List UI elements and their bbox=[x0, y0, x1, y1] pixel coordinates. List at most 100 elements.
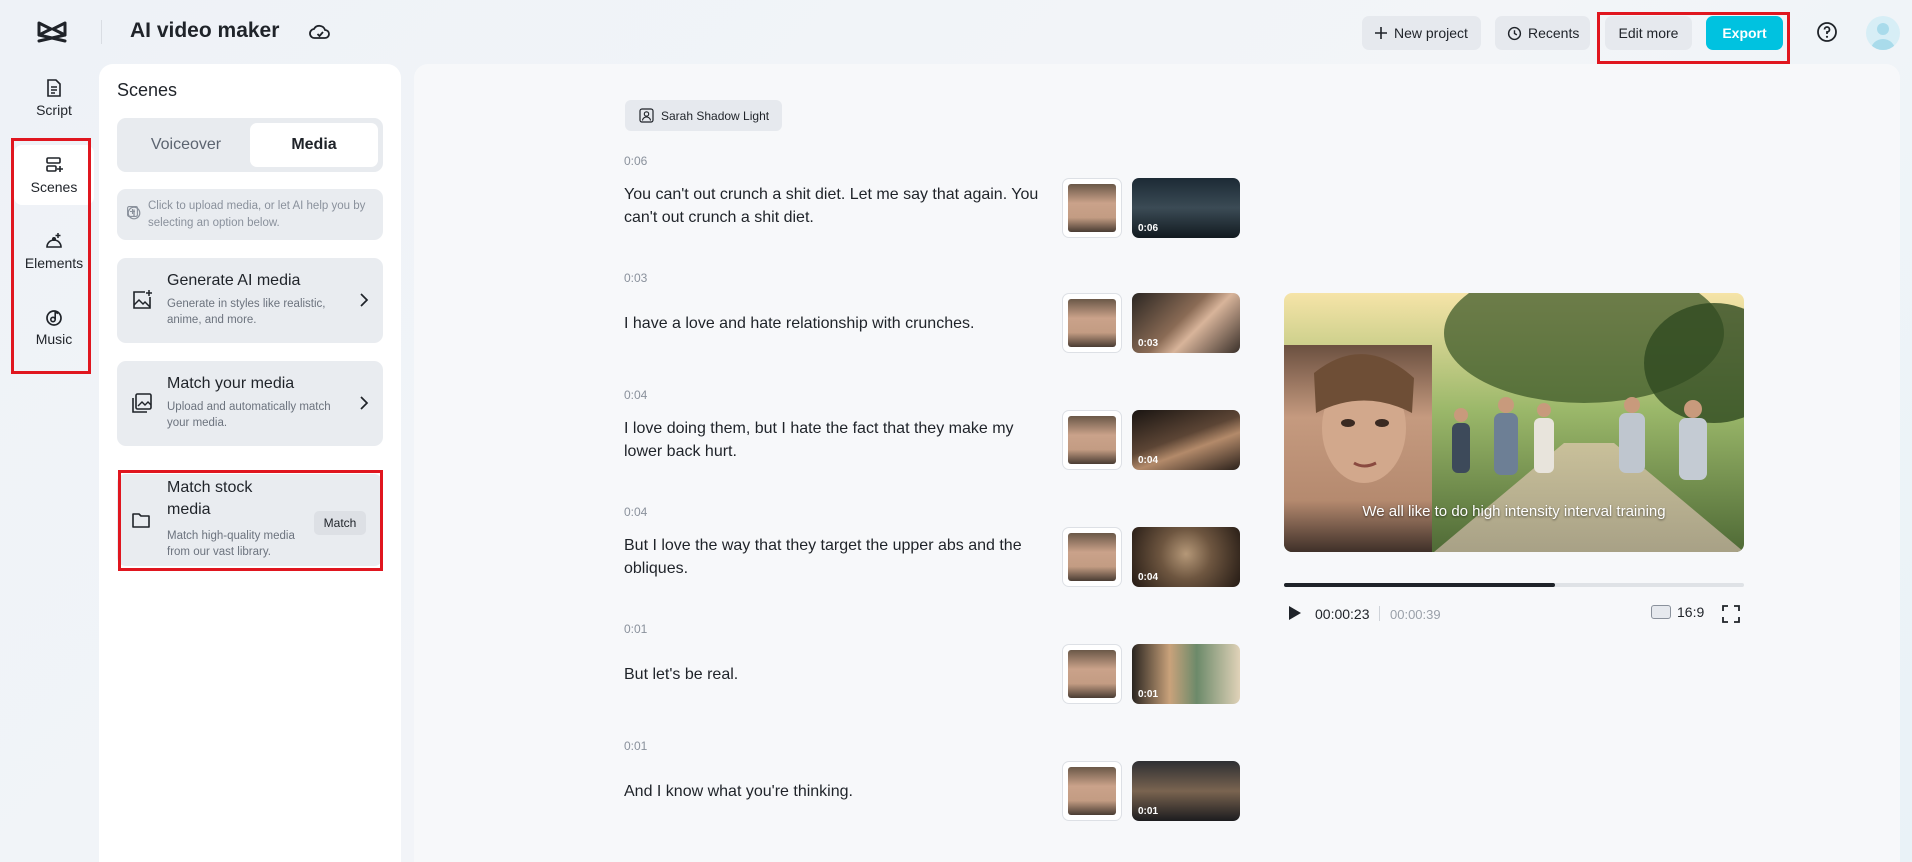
voice-name: Sarah Shadow Light bbox=[661, 108, 770, 123]
clip-duration: 0:03 bbox=[1138, 338, 1159, 349]
avatar-image bbox=[1068, 533, 1116, 581]
fullscreen-icon[interactable] bbox=[1721, 604, 1741, 624]
card-description: Match high-quality media from our vast l… bbox=[167, 530, 295, 558]
current-time: 00:00:23 bbox=[1315, 606, 1370, 622]
rail-item-music[interactable]: Music bbox=[14, 307, 94, 353]
match-button[interactable]: Match bbox=[314, 511, 366, 535]
play-icon[interactable] bbox=[1284, 603, 1304, 623]
avatar-image bbox=[1068, 416, 1116, 464]
script-icon bbox=[47, 79, 61, 97]
card-description: Generate in styles like realistic, anime… bbox=[167, 298, 326, 326]
user-avatar[interactable] bbox=[1866, 16, 1900, 50]
video-preview[interactable]: We all like to do high intensity interva… bbox=[1284, 293, 1744, 552]
app-title: AI video maker bbox=[130, 19, 280, 42]
upload-icon[interactable] bbox=[127, 206, 138, 217]
avatar-image bbox=[1068, 767, 1116, 815]
avatar-image bbox=[1068, 299, 1116, 347]
hint-text-post: to upload media, or let AI help you by s… bbox=[148, 200, 366, 229]
avatar-image bbox=[1068, 650, 1116, 698]
scene-text[interactable]: But I love the way that they target the … bbox=[624, 534, 1054, 580]
avatar-image bbox=[1068, 184, 1116, 232]
media-thumbnail[interactable]: 0:04 bbox=[1132, 410, 1240, 470]
avatar-thumbnail[interactable] bbox=[1062, 527, 1122, 587]
media-thumbnail[interactable]: 0:04 bbox=[1132, 527, 1240, 587]
help-icon[interactable] bbox=[1815, 20, 1839, 44]
rail-label-scenes: Scenes bbox=[30, 179, 78, 195]
capcut-logo-icon[interactable] bbox=[36, 18, 68, 46]
avatar-thumbnail[interactable] bbox=[1062, 644, 1122, 704]
rail-label-script: Script bbox=[36, 102, 72, 118]
playback-progress-bar[interactable] bbox=[1284, 583, 1744, 587]
clip-duration: 0:04 bbox=[1138, 572, 1159, 583]
rail-item-elements[interactable]: Elements bbox=[14, 231, 94, 277]
header-divider bbox=[101, 20, 102, 44]
card-description: Upload and automatically match your medi… bbox=[167, 401, 331, 429]
scene-row[interactable]: 0:01 But let's be real. 0:01 bbox=[624, 622, 1244, 722]
scene-row[interactable]: 0:01 And I know what you're thinking. 0:… bbox=[624, 739, 1244, 839]
recents-button[interactable]: Recents bbox=[1495, 16, 1590, 50]
tab-media[interactable]: Media bbox=[250, 123, 378, 167]
scenes-icon bbox=[46, 157, 63, 172]
aspect-ratio-icon bbox=[1651, 605, 1671, 619]
scene-text[interactable]: But let's be real. bbox=[624, 663, 1054, 686]
avatar-thumbnail[interactable] bbox=[1062, 178, 1122, 238]
scene-text[interactable]: You can't out crunch a shit diet. Let me… bbox=[624, 183, 1054, 229]
plus-icon bbox=[1375, 27, 1387, 39]
voice-selector[interactable]: Sarah Shadow Light bbox=[625, 100, 783, 131]
clip-duration: 0:01 bbox=[1138, 689, 1159, 700]
elements-icon bbox=[46, 233, 62, 248]
scene-text[interactable]: I have a love and hate relationship with… bbox=[624, 312, 1054, 335]
aspect-ratio-button[interactable]: 16:9 bbox=[1651, 604, 1704, 620]
cloud-sync-icon[interactable] bbox=[308, 20, 332, 44]
playback-progress-fill bbox=[1284, 583, 1556, 587]
clip-duration: 0:04 bbox=[1138, 455, 1159, 466]
avatar-thumbnail[interactable] bbox=[1062, 761, 1122, 821]
music-icon bbox=[46, 310, 62, 326]
media-thumbnail[interactable]: 0:03 bbox=[1132, 293, 1240, 353]
scene-text[interactable]: I love doing them, but I hate the fact t… bbox=[624, 417, 1054, 463]
scene-duration: 0:03 bbox=[624, 271, 648, 285]
avatar-thumbnail[interactable] bbox=[1062, 293, 1122, 353]
total-time: 00:00:39 bbox=[1390, 607, 1441, 622]
scene-row[interactable]: 0:04 But I love the way that they target… bbox=[624, 505, 1244, 605]
scene-row[interactable]: 0:06 You can't out crunch a shit diet. L… bbox=[624, 154, 1244, 254]
ai-image-icon bbox=[133, 290, 152, 309]
card-title: Generate AI media bbox=[167, 272, 301, 289]
media-thumbnail[interactable]: 0:01 bbox=[1132, 761, 1240, 821]
time-divider bbox=[1379, 606, 1380, 621]
clock-icon bbox=[1507, 26, 1522, 40]
card-title: Match stock media bbox=[167, 479, 253, 518]
subtitle-caption: We all like to do high intensity interva… bbox=[1362, 503, 1666, 520]
chevron-right-icon bbox=[360, 396, 369, 410]
generate-ai-media-card[interactable]: Generate AI media Generate in styles lik… bbox=[117, 258, 383, 343]
avatar-thumbnail[interactable] bbox=[1062, 410, 1122, 470]
export-button[interactable]: Export bbox=[1706, 16, 1783, 50]
upload-hint: Click to upload media, or let AI help yo… bbox=[117, 189, 383, 240]
edit-more-button[interactable]: Edit more bbox=[1605, 16, 1692, 50]
new-project-label: New project bbox=[1394, 25, 1468, 41]
rail-item-script[interactable]: Script bbox=[14, 78, 94, 124]
scene-duration: 0:01 bbox=[624, 739, 648, 753]
top-bar: AI video maker New project Recents Edit … bbox=[0, 0, 1912, 64]
media-thumbnail[interactable]: 0:01 bbox=[1132, 644, 1240, 704]
clip-duration: 0:06 bbox=[1138, 223, 1159, 234]
rail-item-scenes[interactable]: Scenes bbox=[14, 145, 94, 205]
scene-text[interactable]: And I know what you're thinking. bbox=[624, 780, 1054, 803]
scene-row[interactable]: 0:04 I love doing them, but I hate the f… bbox=[624, 388, 1244, 488]
scene-duration: 0:04 bbox=[624, 388, 648, 402]
new-project-button[interactable]: New project bbox=[1362, 16, 1481, 50]
clip-duration: 0:01 bbox=[1138, 806, 1159, 817]
match-stock-media-card[interactable]: Match stock media Match high-quality med… bbox=[117, 474, 383, 566]
tab-voiceover[interactable]: Voiceover bbox=[122, 123, 250, 167]
panel-title: Scenes bbox=[117, 80, 178, 100]
gallery-icon bbox=[132, 393, 152, 413]
scene-row[interactable]: 0:03 I have a love and hate relationship… bbox=[624, 271, 1244, 371]
card-title: Match your media bbox=[167, 375, 295, 392]
scene-duration: 0:01 bbox=[624, 622, 648, 636]
match-your-media-card[interactable]: Match your media Upload and automaticall… bbox=[117, 361, 383, 446]
rail-label-music: Music bbox=[35, 331, 73, 347]
aspect-ratio-label: 16:9 bbox=[1677, 604, 1705, 620]
chevron-right-icon bbox=[360, 293, 369, 307]
media-thumbnail[interactable]: 0:06 bbox=[1132, 178, 1240, 238]
folder-icon bbox=[132, 513, 150, 528]
